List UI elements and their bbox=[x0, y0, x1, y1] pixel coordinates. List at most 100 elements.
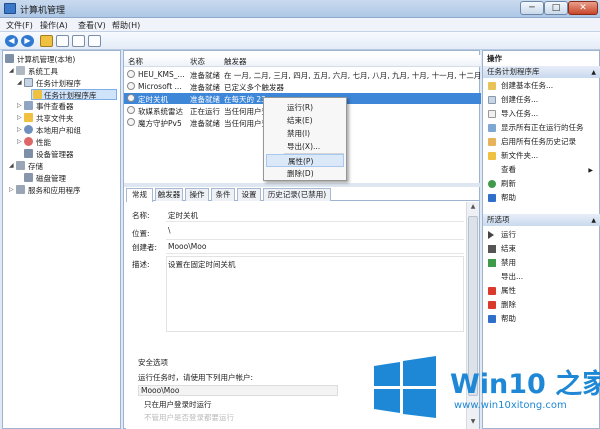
menu-action[interactable]: 操作(A) bbox=[40, 20, 68, 31]
tab-triggers[interactable]: 触发器 bbox=[155, 188, 183, 201]
expand-right-icon[interactable]: ▷ bbox=[17, 138, 22, 145]
option-always-run[interactable]: 不管用户是否登录都要运行 bbox=[144, 412, 234, 423]
divider bbox=[166, 239, 464, 240]
name-value[interactable]: 定时关机 bbox=[168, 210, 198, 221]
task-icon bbox=[488, 96, 496, 104]
help-icon bbox=[488, 194, 496, 202]
maximize-button[interactable]: □ bbox=[544, 1, 568, 15]
title-bar: 计算机管理 ─ □ ✕ bbox=[0, 0, 600, 18]
submenu-arrow-icon: ▶ bbox=[588, 167, 593, 174]
action-import-task[interactable]: 导入任务... bbox=[487, 108, 597, 120]
task-clock-icon bbox=[127, 82, 135, 90]
scheduler-icon bbox=[24, 78, 33, 87]
action-help-selected[interactable]: 帮助 bbox=[487, 313, 597, 325]
divider bbox=[166, 221, 464, 222]
task-clock-icon bbox=[127, 70, 135, 78]
action-show-running[interactable]: 显示所有正在运行的任务 bbox=[487, 122, 597, 134]
description-box[interactable] bbox=[166, 256, 464, 332]
expand-down-icon[interactable]: ◢ bbox=[17, 79, 22, 86]
collapse-up-icon[interactable]: ▲ bbox=[591, 215, 596, 227]
event-viewer-icon bbox=[24, 101, 33, 110]
computer-icon bbox=[5, 54, 14, 63]
tools-icon bbox=[16, 66, 25, 75]
ctx-delete[interactable]: 删除(D) bbox=[266, 167, 344, 180]
action-enable-history[interactable]: 启用所有任务历史记录 bbox=[487, 136, 597, 148]
expand-right-icon[interactable]: ▷ bbox=[17, 114, 22, 121]
menu-help[interactable]: 帮助(H) bbox=[112, 20, 140, 31]
collapse-up-icon[interactable]: ▲ bbox=[591, 67, 596, 79]
windows-logo-icon bbox=[374, 356, 436, 418]
show-hide-tree-icon[interactable] bbox=[56, 35, 69, 47]
action-end[interactable]: 结束 bbox=[487, 243, 597, 255]
toolbar: ◀ ▶ bbox=[0, 32, 600, 50]
menu-bar: 文件(F) 操作(A) 查看(V) 帮助(H) bbox=[0, 18, 600, 32]
expand-down-icon[interactable]: ◢ bbox=[9, 162, 14, 169]
group-selected-item[interactable]: 所选项 ▲ bbox=[483, 214, 600, 226]
computer-management-window: 计算机管理 ─ □ ✕ 文件(F) 操作(A) 查看(V) 帮助(H) ◀ ▶ … bbox=[0, 0, 600, 429]
action-refresh[interactable]: 刷新 bbox=[487, 178, 597, 190]
task-list-header: 名称 状态 触发器 bbox=[124, 55, 481, 67]
scroll-up-icon[interactable]: ▲ bbox=[468, 203, 478, 213]
action-new-folder[interactable]: 新文件夹... bbox=[487, 150, 597, 162]
action-disable[interactable]: 禁用 bbox=[487, 257, 597, 269]
help-icon bbox=[488, 315, 496, 323]
folder-icon bbox=[33, 90, 42, 99]
ctx-properties[interactable]: 属性(P) bbox=[266, 154, 344, 167]
col-status[interactable]: 状态 bbox=[190, 56, 205, 67]
disk-icon bbox=[24, 173, 33, 182]
action-delete[interactable]: 删除 bbox=[487, 299, 597, 311]
ctx-disable[interactable]: 禁用(I) bbox=[266, 127, 344, 140]
ctx-export[interactable]: 导出(X)... bbox=[266, 140, 344, 153]
description-label: 描述: bbox=[132, 260, 150, 269]
history-icon bbox=[488, 138, 496, 146]
action-properties[interactable]: 属性 bbox=[487, 285, 597, 297]
window-title: 计算机管理 bbox=[20, 6, 66, 16]
disable-icon bbox=[488, 259, 496, 267]
storage-icon bbox=[16, 161, 25, 170]
close-button[interactable]: ✕ bbox=[568, 1, 598, 15]
expand-right-icon[interactable]: ▷ bbox=[17, 126, 22, 133]
location-value: \ bbox=[168, 226, 171, 235]
navigation-tree: 计算机管理(本地) ◢ 系统工具 ◢ 任务计划程序 任务计划程序库 ▷ 事件查看… bbox=[2, 50, 121, 429]
action-view[interactable]: 查看 ▶ bbox=[487, 164, 597, 176]
help-pane-icon[interactable] bbox=[88, 35, 101, 47]
folder-up-icon[interactable] bbox=[40, 35, 53, 47]
back-arrow-icon[interactable]: ◀ bbox=[5, 35, 18, 47]
tab-history[interactable]: 历史记录(已禁用) bbox=[263, 188, 331, 201]
expand-right-icon[interactable]: ▷ bbox=[17, 102, 22, 109]
task-clock-icon bbox=[127, 118, 135, 126]
group-task-library[interactable]: 任务计划程序库 ▲ bbox=[483, 66, 600, 78]
menu-file[interactable]: 文件(F) bbox=[6, 20, 33, 31]
stop-icon bbox=[488, 245, 496, 253]
action-help[interactable]: 帮助 bbox=[487, 192, 597, 204]
action-export[interactable]: 导出... bbox=[487, 271, 597, 283]
ctx-end[interactable]: 结束(E) bbox=[266, 114, 344, 127]
location-label: 位置: bbox=[132, 229, 150, 238]
action-create-task[interactable]: 创建任务... bbox=[487, 94, 597, 106]
ctx-run[interactable]: 运行(R) bbox=[266, 101, 344, 114]
computer-management-icon bbox=[4, 3, 16, 14]
expand-right-icon[interactable]: ▷ bbox=[9, 186, 14, 193]
expand-down-icon[interactable]: ◢ bbox=[9, 67, 14, 74]
action-create-basic-task[interactable]: 创建基本任务... bbox=[487, 80, 597, 92]
name-label: 名称: bbox=[132, 211, 150, 220]
task-row[interactable]: HEU_KMS_... 准备就绪 在 一月, 二月, 三月, 四月, 五月, 六… bbox=[124, 69, 481, 80]
tab-general[interactable]: 常规 bbox=[126, 188, 153, 202]
task-clock-icon bbox=[127, 94, 135, 102]
properties-x-icon bbox=[488, 287, 496, 295]
forward-arrow-icon[interactable]: ▶ bbox=[21, 35, 34, 47]
task-row[interactable]: Microsoft ... 准备就绪 已定义多个触发器 bbox=[124, 81, 481, 92]
col-trigger[interactable]: 触发器 bbox=[224, 56, 247, 67]
properties-icon[interactable] bbox=[72, 35, 85, 47]
tab-conditions[interactable]: 条件 bbox=[211, 188, 235, 201]
option-logon-only[interactable]: 只在用户登录时运行 bbox=[144, 399, 212, 410]
action-run[interactable]: 运行 bbox=[487, 229, 597, 241]
services-icon bbox=[16, 185, 25, 194]
menu-view[interactable]: 查看(V) bbox=[78, 20, 106, 31]
tab-settings[interactable]: 设置 bbox=[237, 188, 261, 201]
tab-actions[interactable]: 操作 bbox=[185, 188, 209, 201]
tree-item-task-scheduler-library[interactable]: 任务计划程序库 bbox=[31, 89, 117, 100]
minimize-button[interactable]: ─ bbox=[520, 1, 544, 15]
brand-url: www.win10xitong.com bbox=[454, 400, 567, 411]
col-name[interactable]: 名称 bbox=[128, 56, 143, 67]
